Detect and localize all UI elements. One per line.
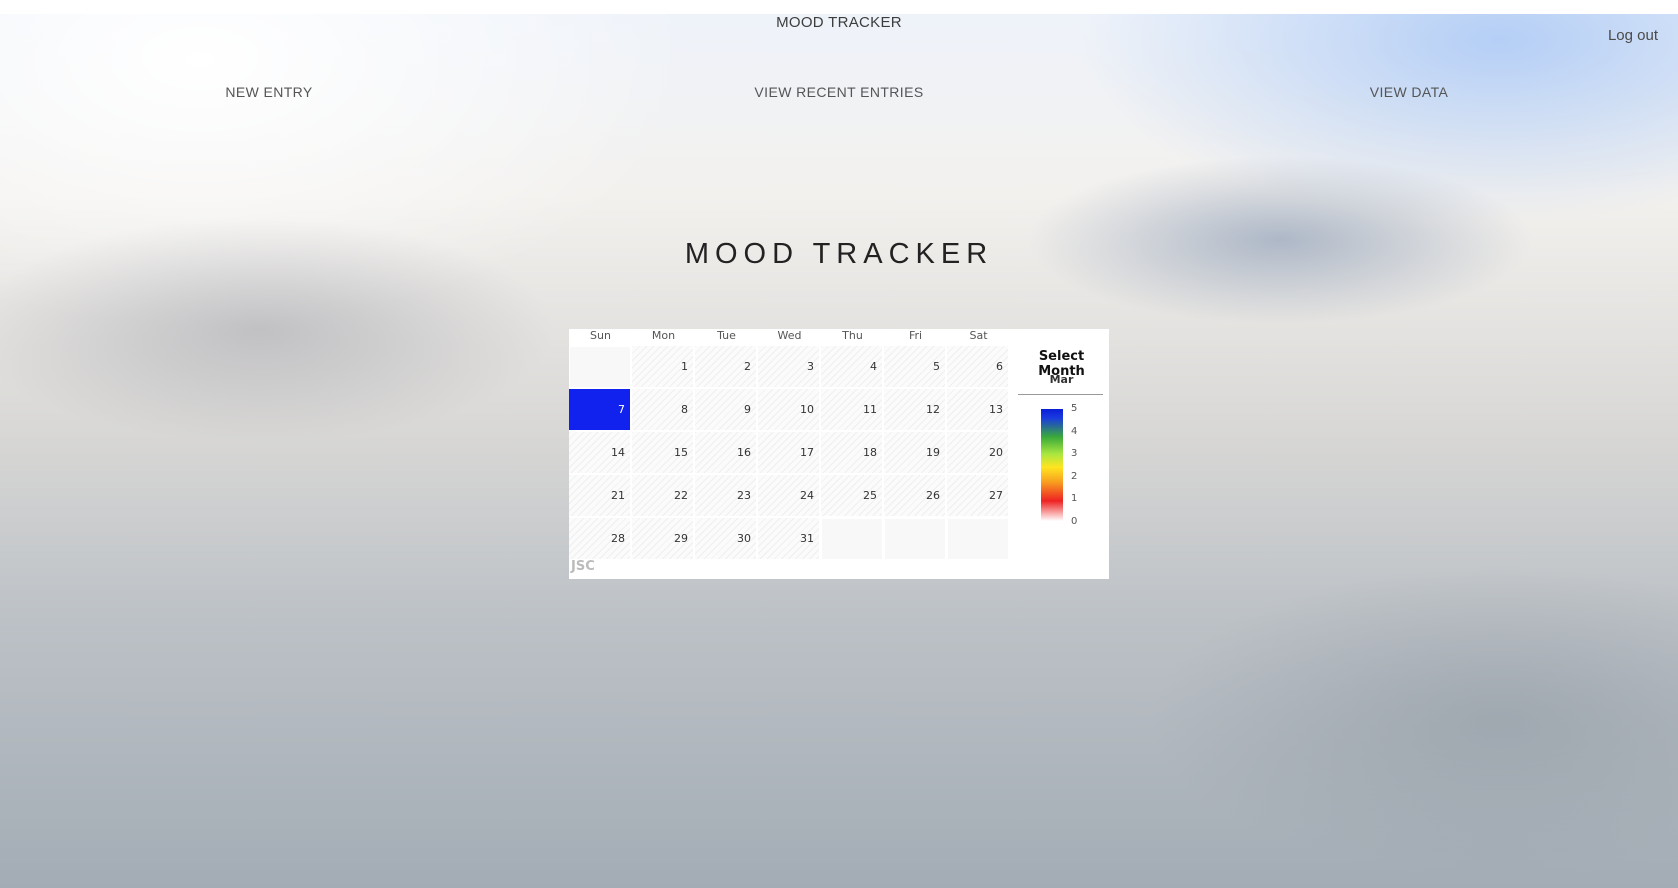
calendar-day-cell[interactable]: 11 [821, 389, 883, 431]
calendar-day-cell[interactable]: 9 [695, 389, 757, 431]
day-number: 17 [800, 446, 814, 459]
day-number: 29 [674, 532, 688, 545]
day-number: 2 [744, 360, 751, 373]
calendar-day-cell[interactable]: 25 [821, 475, 883, 517]
legend-tick: 0 [1071, 516, 1078, 527]
calendar-day-cell[interactable]: 10 [758, 389, 820, 431]
legend-tick: 4 [1071, 426, 1078, 437]
calendar-day-cell[interactable]: 18 [821, 432, 883, 474]
day-number: 1 [681, 360, 688, 373]
legend-tick: 3 [1071, 448, 1078, 459]
nav-new-entry[interactable]: NEW ENTRY [225, 84, 312, 100]
legend-tick: 5 [1071, 403, 1078, 414]
logout-link[interactable]: Log out [1608, 27, 1658, 44]
day-number: 27 [989, 489, 1003, 502]
calendar-day-cell[interactable]: 14 [569, 432, 631, 474]
day-number: 9 [744, 403, 751, 416]
calendar-day-cell[interactable]: 22 [632, 475, 694, 517]
header-title: MOOD TRACKER [776, 14, 902, 31]
calendar-day-cell[interactable]: 3 [758, 346, 820, 388]
day-number: 22 [674, 489, 688, 502]
jsc-watermark: JSC [571, 559, 595, 574]
calendar-day-cell[interactable]: 4 [821, 346, 883, 388]
calendar-day-cell[interactable]: 2 [695, 346, 757, 388]
calendar-day-cell[interactable]: 17 [758, 432, 820, 474]
calendar-day-cell[interactable]: 26 [884, 475, 946, 517]
calendar-day-cell[interactable]: 15 [632, 432, 694, 474]
weekday-header: Sun [590, 329, 611, 342]
day-number: 30 [737, 532, 751, 545]
day-number: 4 [870, 360, 877, 373]
calendar-day-cell[interactable]: 30 [695, 518, 757, 560]
calendar-day-cell[interactable]: 24 [758, 475, 820, 517]
top-strip [0, 0, 1678, 14]
weekday-header: Thu [842, 329, 863, 342]
calendar-empty-cell [947, 518, 1009, 560]
calendar-day-cell[interactable]: 29 [632, 518, 694, 560]
weekday-header: Fri [908, 329, 923, 342]
day-number: 19 [926, 446, 940, 459]
weekday-header: Wed [777, 329, 802, 342]
calendar-day-cell[interactable]: 5 [884, 346, 946, 388]
day-number: 18 [863, 446, 877, 459]
calendar-day-cell[interactable]: 7 [569, 389, 631, 431]
calendar-day-cell[interactable]: 28 [569, 518, 631, 560]
mood-color-legend [1041, 409, 1063, 521]
calendar-day-cell[interactable]: 21 [569, 475, 631, 517]
calendar-day-cell[interactable]: 23 [695, 475, 757, 517]
day-number: 14 [611, 446, 625, 459]
nav-view-recent-entries[interactable]: VIEW RECENT ENTRIES [754, 84, 923, 100]
weekday-header: Mon [651, 329, 676, 342]
day-number: 5 [933, 360, 940, 373]
weekday-header: Tue [717, 329, 736, 342]
day-number: 31 [800, 532, 814, 545]
calendar-empty-cell [884, 518, 946, 560]
page-title: MOOD TRACKER [684, 238, 994, 270]
legend-tick: 2 [1071, 471, 1078, 482]
weekday-header: Sat [969, 329, 988, 342]
day-number: 15 [674, 446, 688, 459]
day-number: 24 [800, 489, 814, 502]
calendar-day-cell[interactable]: 20 [947, 432, 1009, 474]
day-number: 6 [996, 360, 1003, 373]
calendar-empty-cell [821, 518, 883, 560]
calendar-day-cell[interactable]: 8 [632, 389, 694, 431]
day-number: 20 [989, 446, 1003, 459]
day-number: 28 [611, 532, 625, 545]
month-selector-underline [1018, 394, 1103, 395]
day-number: 10 [800, 403, 814, 416]
month-selector[interactable]: Mar [1014, 373, 1109, 386]
day-number: 7 [618, 403, 625, 416]
day-number: 16 [737, 446, 751, 459]
calendar-day-cell[interactable]: 27 [947, 475, 1009, 517]
calendar-day-cell[interactable]: 31 [758, 518, 820, 560]
calendar-day-cell[interactable]: 12 [884, 389, 946, 431]
nav-view-data[interactable]: VIEW DATA [1370, 84, 1449, 100]
day-number: 23 [737, 489, 751, 502]
calendar-day-cell[interactable]: 1 [632, 346, 694, 388]
day-number: 12 [926, 403, 940, 416]
day-number: 3 [807, 360, 814, 373]
day-number: 21 [611, 489, 625, 502]
day-number: 26 [926, 489, 940, 502]
calendar-day-cell[interactable]: 6 [947, 346, 1009, 388]
mood-calendar-widget: Sun Mon Tue Wed Thu Fri Sat 1 2 3 4 5 6 7 8 9 10 11 12 13 14… [569, 329, 1109, 579]
calendar-day-cell[interactable]: 19 [884, 432, 946, 474]
day-number: 8 [681, 403, 688, 416]
day-number: 13 [989, 403, 1003, 416]
day-number: 25 [863, 489, 877, 502]
calendar-empty-cell [569, 346, 631, 388]
calendar-day-cell[interactable]: 16 [695, 432, 757, 474]
calendar-day-cell[interactable]: 13 [947, 389, 1009, 431]
legend-tick: 1 [1071, 493, 1078, 504]
day-number: 11 [863, 403, 877, 416]
